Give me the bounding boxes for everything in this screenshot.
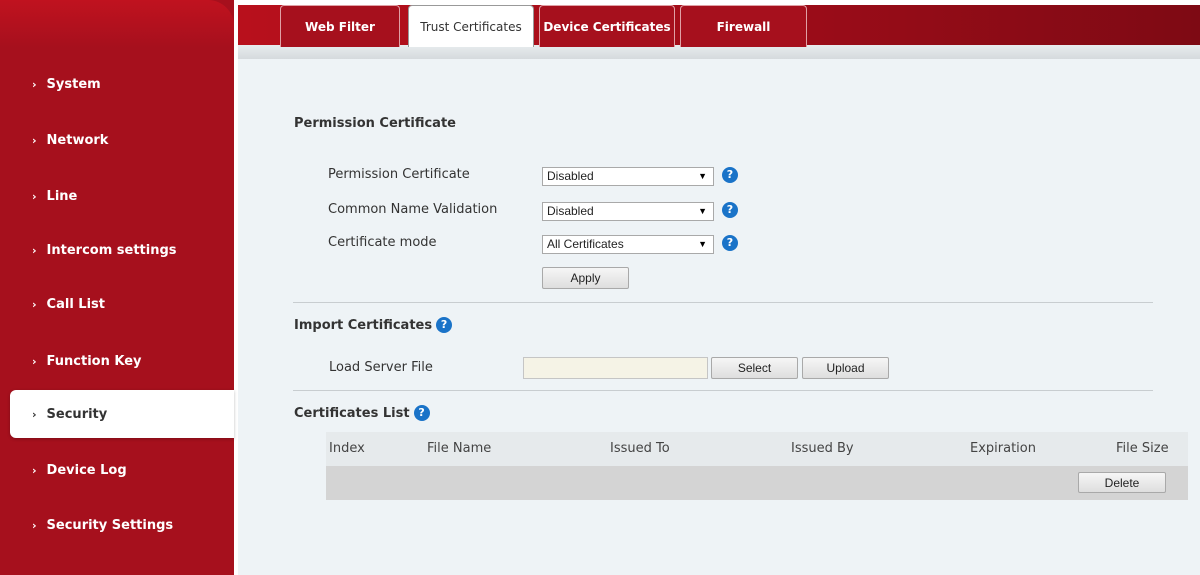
- chevron-right-icon: ›: [32, 297, 37, 311]
- permission-section-title: Permission Certificate: [294, 116, 456, 131]
- divider: [293, 302, 1153, 303]
- sidebar-item-call-list[interactable]: › Call List: [0, 282, 234, 326]
- sidebar-item-device-log[interactable]: › Device Log: [0, 448, 234, 492]
- sidebar-item-label: Intercom settings: [46, 242, 177, 258]
- sidebar-item-label: Security Settings: [46, 517, 174, 533]
- sidebar-item-security-settings[interactable]: › Security Settings: [0, 503, 234, 547]
- upload-button[interactable]: Upload: [802, 357, 889, 379]
- tab-label: Web Filter: [305, 19, 375, 34]
- certificate-mode-label: Certificate mode: [328, 235, 437, 250]
- sidebar-item-label: Security: [46, 406, 108, 422]
- select-button[interactable]: Select: [711, 357, 798, 379]
- sidebar-item-label: Function Key: [46, 353, 142, 369]
- file-path-input[interactable]: [523, 357, 708, 379]
- tab-trust-certificates[interactable]: Trust Certificates: [408, 5, 534, 47]
- certificates-list-title: Certificates List ?: [294, 405, 430, 421]
- sidebar-item-security[interactable]: › Security: [10, 390, 234, 438]
- tab-bar-underline: [238, 45, 1200, 59]
- sidebar-item-intercom-settings[interactable]: › Intercom settings: [0, 228, 234, 272]
- certificate-mode-select[interactable]: All Certificates ▼: [542, 235, 714, 254]
- select-value: Disabled: [547, 204, 594, 218]
- tab-label: Firewall: [716, 19, 771, 34]
- chevron-right-icon: ›: [32, 463, 37, 477]
- column-header-issued-to: Issued To: [610, 441, 670, 456]
- column-header-index: Index: [329, 441, 365, 456]
- permission-certificate-select[interactable]: Disabled ▼: [542, 167, 714, 186]
- chevron-right-icon: ›: [32, 133, 37, 147]
- help-icon[interactable]: ?: [722, 235, 738, 251]
- section-title-text: Permission Certificate: [294, 116, 456, 131]
- sidebar-item-label: Device Log: [46, 462, 127, 478]
- import-section-title: Import Certificates ?: [294, 317, 453, 333]
- load-server-file-label: Load Server File: [329, 360, 433, 375]
- chevron-right-icon: ›: [32, 77, 37, 91]
- help-icon[interactable]: ?: [413, 405, 430, 421]
- tab-label: Device Certificates: [543, 19, 671, 34]
- dropdown-arrow-icon: ▼: [698, 239, 707, 249]
- tab-device-certificates[interactable]: Device Certificates: [539, 5, 675, 47]
- sidebar-item-label: Line: [46, 188, 78, 204]
- sidebar-item-label: Network: [46, 132, 109, 148]
- select-value: Disabled: [547, 169, 594, 183]
- sidebar-item-network[interactable]: › Network: [0, 118, 234, 162]
- sidebar-item-label: Call List: [46, 296, 105, 312]
- column-header-file-name: File Name: [427, 441, 492, 456]
- table-header: Index File Name Issued To Issued By Expi…: [326, 432, 1188, 466]
- chevron-right-icon: ›: [32, 243, 37, 257]
- delete-button[interactable]: Delete: [1078, 472, 1166, 493]
- help-icon[interactable]: ?: [436, 317, 453, 333]
- chevron-right-icon: ›: [32, 189, 37, 203]
- help-icon[interactable]: ?: [722, 167, 738, 183]
- sidebar-item-line[interactable]: › Line: [0, 174, 234, 218]
- sidebar-item-function-key[interactable]: › Function Key: [0, 339, 234, 383]
- tab-firewall[interactable]: Firewall: [680, 5, 807, 47]
- column-header-issued-by: Issued By: [791, 441, 854, 456]
- column-header-file-size: File Size: [1116, 441, 1169, 456]
- section-title-text: Import Certificates: [294, 317, 433, 333]
- divider: [293, 390, 1153, 391]
- tab-web-filter[interactable]: Web Filter: [280, 5, 400, 47]
- common-name-validation-select[interactable]: Disabled ▼: [542, 202, 714, 221]
- apply-button[interactable]: Apply: [542, 267, 629, 289]
- select-value: All Certificates: [547, 237, 624, 251]
- common-name-validation-label: Common Name Validation: [328, 202, 498, 217]
- sidebar-header: [0, 0, 234, 48]
- help-icon[interactable]: ?: [722, 202, 738, 218]
- main-content: Permission Certificate Permission Certif…: [238, 59, 1200, 575]
- table-row: Delete: [326, 466, 1188, 500]
- chevron-right-icon: ›: [32, 518, 37, 532]
- section-title-text: Certificates List: [294, 405, 410, 421]
- sidebar-item-system[interactable]: › System: [0, 62, 234, 106]
- dropdown-arrow-icon: ▼: [698, 171, 707, 181]
- tab-label: Trust Certificates: [420, 19, 522, 34]
- sidebar-item-label: System: [46, 76, 101, 92]
- column-header-expiration: Expiration: [970, 441, 1036, 456]
- dropdown-arrow-icon: ▼: [698, 206, 707, 216]
- permission-certificate-label: Permission Certificate: [328, 167, 470, 182]
- chevron-right-icon: ›: [32, 407, 37, 421]
- chevron-right-icon: ›: [32, 354, 37, 368]
